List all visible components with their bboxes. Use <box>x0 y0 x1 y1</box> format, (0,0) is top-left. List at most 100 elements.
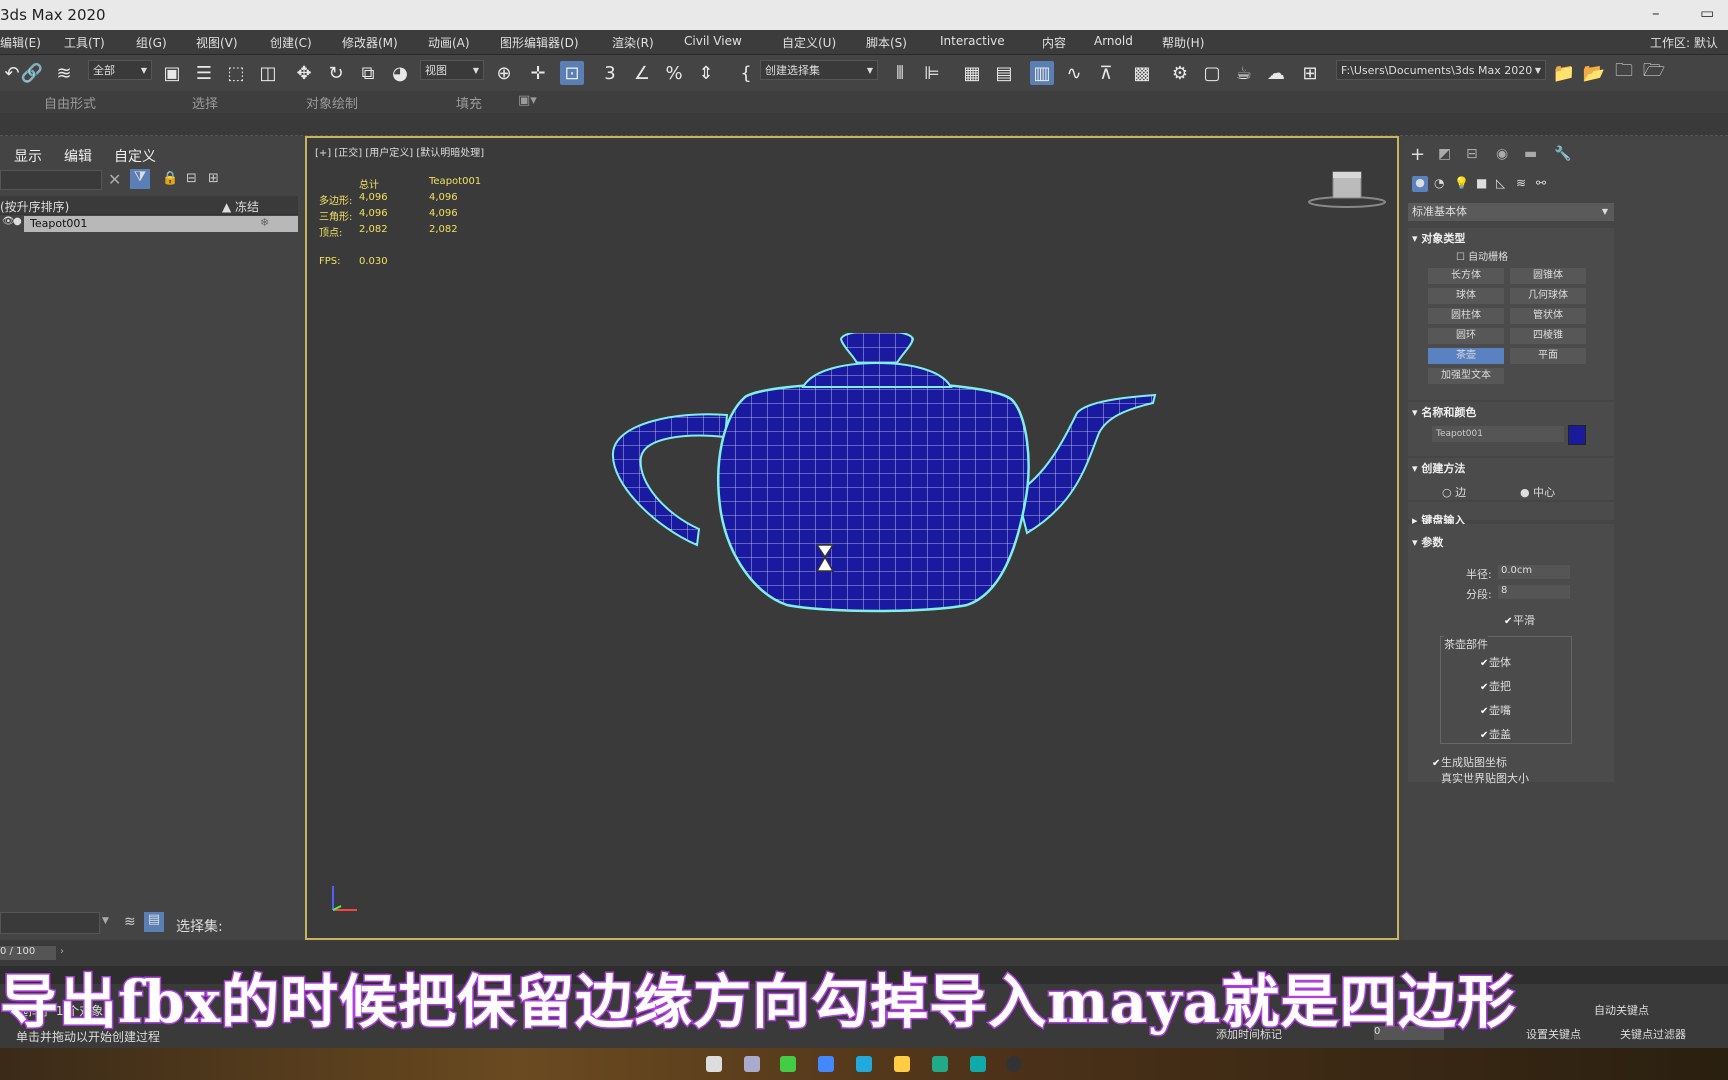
taskbar-bookmark-icon[interactable] <box>744 1056 760 1072</box>
selection-set-input[interactable] <box>0 912 100 934</box>
part-handle-checkbox[interactable]: ✔壶把 <box>1480 678 1511 694</box>
menu-arnold[interactable]: Arnold <box>1094 34 1133 48</box>
menu-modifiers[interactable]: 修改器(M) <box>342 34 398 51</box>
selection-set-dropdown-icon[interactable]: ▼ <box>102 916 109 926</box>
angle-snap-icon[interactable]: ∠ <box>630 61 654 85</box>
render-production-icon[interactable]: ☕ <box>1232 61 1256 85</box>
project-path-dropdown[interactable]: F:\Users\Documents\3ds Max 2020 ▼ <box>1336 60 1546 80</box>
ribbon-tab-object-paint[interactable]: 对象绘制 <box>306 93 358 112</box>
rendered-frame-icon[interactable]: ▢ <box>1200 61 1224 85</box>
object-color-swatch[interactable] <box>1568 425 1586 445</box>
segments-spinner[interactable]: 8 <box>1498 585 1570 599</box>
named-selection-set-dropdown[interactable]: 创建选择集 ▼ <box>760 60 878 80</box>
object-name-input[interactable]: Teapot001 <box>1432 426 1564 442</box>
menu-edit[interactable]: 编辑(E) <box>0 34 41 51</box>
space-warps-icon[interactable]: ≋ <box>1516 176 1526 190</box>
teapot-button[interactable]: 茶壶 <box>1428 348 1504 364</box>
cameras-icon[interactable]: ■ <box>1476 176 1487 190</box>
menu-civil-view[interactable]: Civil View <box>684 34 742 48</box>
teapot-mesh[interactable] <box>607 333 1167 623</box>
taskbar-settings-icon[interactable] <box>706 1056 722 1072</box>
menu-interactive[interactable]: Interactive <box>940 34 1005 48</box>
render-cloud-icon[interactable]: ☁ <box>1264 61 1288 85</box>
explorer-menu-customize[interactable]: 自定义 <box>114 146 156 166</box>
motion-tab-icon[interactable]: ◉ <box>1496 146 1508 162</box>
taskbar-maya-icon[interactable] <box>932 1056 948 1072</box>
render-setup-icon[interactable]: ⚙ <box>1168 61 1192 85</box>
place-icon[interactable]: ◕ <box>388 61 412 85</box>
taskbar-folder-icon[interactable] <box>894 1056 910 1072</box>
scene-explorer-toggle-icon[interactable]: ▤ <box>144 912 164 932</box>
create-tab-icon[interactable]: + <box>1410 144 1425 165</box>
auto-grid-checkbox[interactable]: ☐ 自动栅格 <box>1456 248 1508 263</box>
name-color-header[interactable]: ▾ 名称和颜色 <box>1412 404 1476 420</box>
project-folder-icon[interactable]: 📁 <box>1552 61 1576 85</box>
table-row[interactable]: Teapot001 ❄ <box>24 216 298 232</box>
taskbar-3dsmax-icon[interactable] <box>970 1056 986 1072</box>
sphere-button[interactable]: 球体 <box>1428 288 1504 304</box>
layer-stack-icon[interactable]: ≋ <box>124 914 136 930</box>
utilities-tab-icon[interactable]: 🔧 <box>1554 146 1571 162</box>
menu-customize[interactable]: 自定义(U) <box>782 34 836 51</box>
viewport-label[interactable]: [+] [正交] [用户定义] [默认明暗处理] <box>315 144 484 159</box>
scene-explorer-icon[interactable]: ▦ <box>960 61 984 85</box>
clear-search-icon[interactable]: ✕ <box>108 170 121 189</box>
torus-button[interactable]: 圆环 <box>1428 328 1504 344</box>
curve-editor-icon[interactable]: ∿ <box>1062 61 1086 85</box>
render-iterative-icon[interactable]: ⊞ <box>1298 61 1322 85</box>
geometry-icon[interactable]: ● <box>1412 176 1428 192</box>
project-new-icon[interactable]: 🗁 <box>1642 60 1666 85</box>
workspace-selector[interactable]: 工作区: 默认 <box>1650 34 1718 51</box>
minimize-button[interactable]: – <box>1652 4 1660 22</box>
rotate-icon[interactable]: ↻ <box>324 61 348 85</box>
explorer-menu-edit[interactable]: 编辑 <box>64 146 92 166</box>
display-tab-icon[interactable]: ▬ <box>1524 146 1537 162</box>
menu-rendering[interactable]: 渲染(R) <box>612 34 654 51</box>
menu-animation[interactable]: 动画(A) <box>428 34 470 51</box>
explorer-search-input[interactable] <box>0 170 102 190</box>
align-icon[interactable]: ⊫ <box>920 61 944 85</box>
object-type-header[interactable]: ▾ 对象类型 <box>1412 230 1465 246</box>
modify-tab-icon[interactable]: ◩ <box>1438 146 1451 162</box>
ribbon-toggle-icon[interactable]: ▥ <box>1030 61 1054 85</box>
menu-create[interactable]: 创建(C) <box>270 34 312 51</box>
shapes-icon[interactable]: ◔ <box>1434 176 1444 190</box>
selection-filter-dropdown[interactable]: 全部 ▼ <box>88 60 152 80</box>
creation-method-header[interactable]: ▾ 创建方法 <box>1412 460 1465 476</box>
pyramid-button[interactable]: 四棱锥 <box>1510 328 1586 344</box>
select-by-name-icon[interactable]: ☰ <box>192 61 216 85</box>
move-icon[interactable]: ✥ <box>292 61 316 85</box>
cylinder-button[interactable]: 圆柱体 <box>1428 308 1504 324</box>
percent-snap-icon[interactable]: % <box>662 61 686 85</box>
tube-button[interactable]: 管状体 <box>1510 308 1586 324</box>
spinner-snap-icon[interactable]: ⇕ <box>694 61 718 85</box>
link-icon[interactable]: 🔗 <box>20 61 44 85</box>
filter-icon[interactable]: ⧩ <box>130 169 150 189</box>
viewcube-icon[interactable] <box>1307 168 1387 214</box>
menu-content[interactable]: 内容 <box>1042 34 1066 51</box>
parameters-header[interactable]: ▾ 参数 <box>1412 534 1443 550</box>
column-frozen[interactable]: ▲ 冻结 <box>222 198 259 215</box>
project-open-icon[interactable]: 🗀 <box>1612 60 1636 85</box>
category-dropdown[interactable]: 标准基本体 ▼ <box>1408 203 1614 221</box>
select-object-icon[interactable]: ▣ <box>160 61 184 85</box>
menu-scripting[interactable]: 脚本(S) <box>866 34 907 51</box>
cone-button[interactable]: 圆锥体 <box>1510 268 1586 284</box>
lock-icon[interactable]: 🔒 <box>162 171 178 186</box>
radius-spinner[interactable]: 0.0cm <box>1498 565 1570 579</box>
part-body-checkbox[interactable]: ✔壶体 <box>1480 654 1511 670</box>
hierarchy-icon[interactable]: ⊟ <box>186 171 197 186</box>
taskbar-obs-icon[interactable] <box>1006 1056 1022 1072</box>
systems-icon[interactable]: ⚯ <box>1536 176 1546 190</box>
menu-graph-editors[interactable]: 图形编辑器(D) <box>500 34 579 51</box>
layers-icon[interactable]: ⊞ <box>208 171 219 186</box>
scale-icon[interactable]: ⧉ <box>356 61 380 85</box>
smooth-checkbox[interactable]: ✔平滑 <box>1504 612 1535 628</box>
menu-views[interactable]: 视图(V) <box>196 34 238 51</box>
snaps-toggle-icon[interactable]: 3 <box>598 61 622 85</box>
material-editor-icon[interactable]: ▩ <box>1130 61 1154 85</box>
mirror-icon[interactable]: ⫴ <box>888 61 912 85</box>
menu-group[interactable]: 组(G) <box>136 34 167 51</box>
ribbon-tab-selection[interactable]: 选择 <box>192 93 218 112</box>
creation-center-radio[interactable]: ● 中心 <box>1520 484 1555 500</box>
